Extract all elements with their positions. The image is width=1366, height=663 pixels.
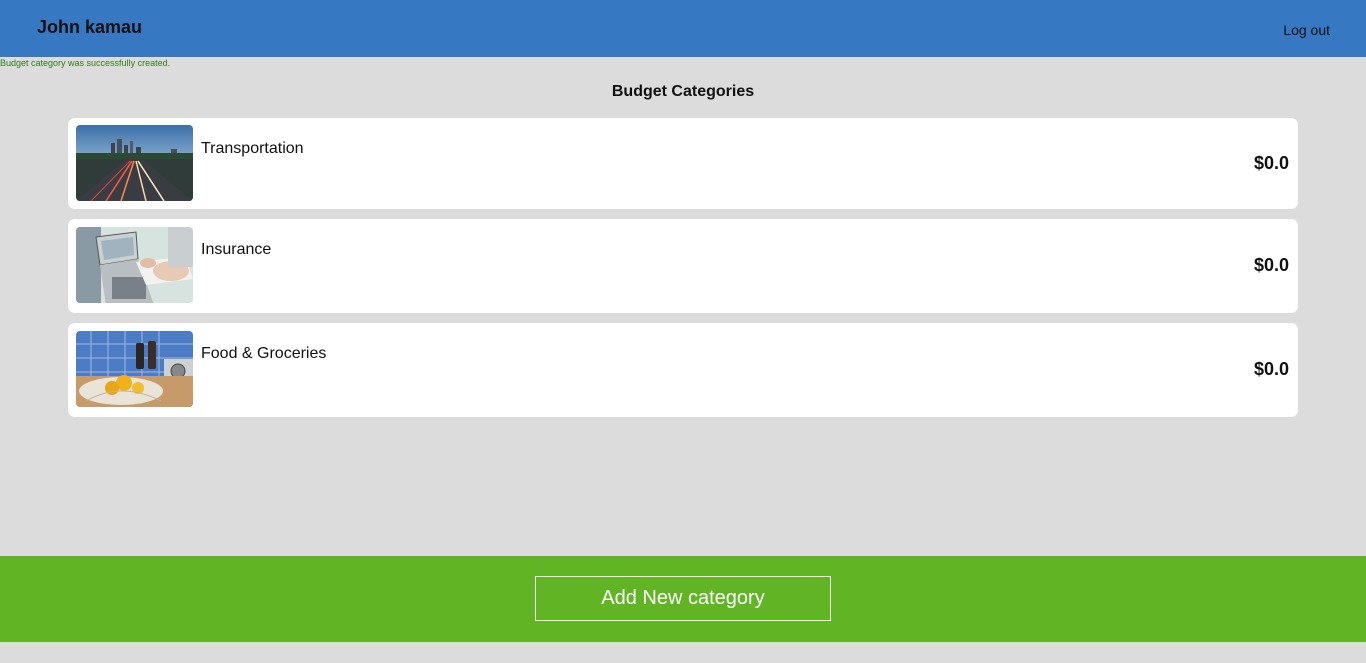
- flash-notice: Budget category was successfully created…: [0, 58, 171, 68]
- user-name: John kamau: [37, 17, 143, 37]
- logout-link[interactable]: Log out: [1283, 22, 1330, 38]
- category-card-transportation[interactable]: Transportation $0.0: [68, 118, 1298, 209]
- top-navbar: John kamau Log out: [0, 0, 1366, 57]
- category-amount: $0.0: [1253, 255, 1289, 275]
- footer-bar: Add New category: [0, 556, 1366, 642]
- category-card-insurance[interactable]: Insurance $0.0: [68, 219, 1298, 313]
- category-amount: $0.0: [1253, 153, 1289, 173]
- add-category-button[interactable]: Add New category: [535, 576, 831, 621]
- category-image-transportation: [76, 125, 193, 201]
- category-name: Food & Groceries: [201, 345, 327, 362]
- category-image-food-groceries: [76, 331, 193, 407]
- category-name: Transportation: [201, 140, 304, 157]
- page-title: Budget Categories: [611, 83, 755, 100]
- category-name: Insurance: [201, 241, 272, 258]
- category-image-insurance: [76, 227, 193, 303]
- category-amount: $0.0: [1253, 359, 1289, 379]
- category-card-food-groceries[interactable]: Food & Groceries $0.0: [68, 323, 1298, 417]
